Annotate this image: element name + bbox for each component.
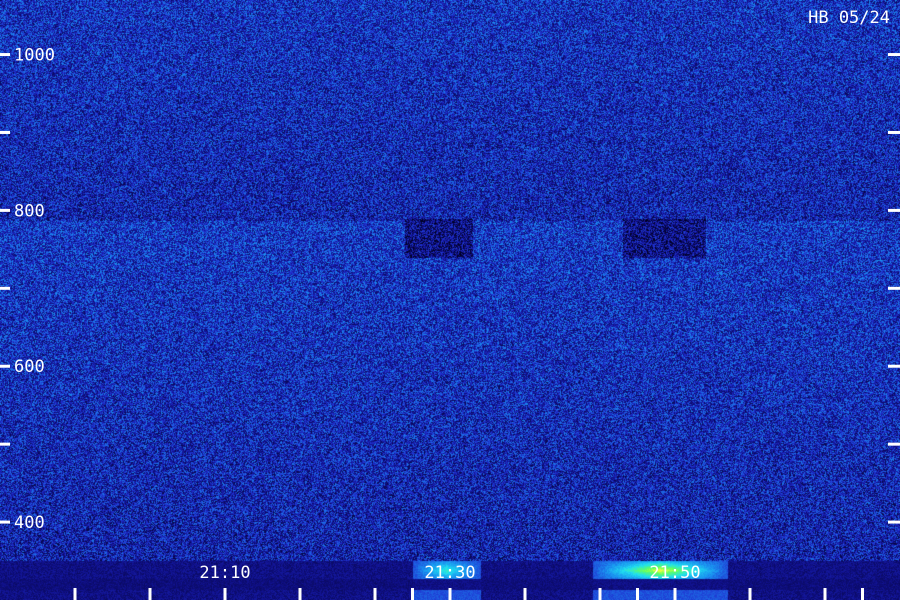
x-axis-ticks [73,588,864,600]
x-time-label-2110: 21:10 [199,563,250,583]
y-tick-label-600: 600 [14,357,45,377]
x-time-label-2130: 21:30 [424,563,475,583]
x-axis-labels: 21:10 21:30 21:50 [199,563,700,583]
y-tick-label-400: 400 [14,513,45,533]
y-tick-label-1000: 1000 [14,46,55,66]
y-axis-labels: 1000 800 600 400 [14,46,55,534]
axis-overlay: 1000 800 600 400 21:10 21:30 21:50 HB 05/24 [0,8,900,600]
y-tick-label-800: 800 [14,201,45,221]
x-time-label-2150: 21:50 [649,563,700,583]
y-axis-ticks [0,53,900,524]
station-date-label: HB 05/24 [808,8,890,28]
